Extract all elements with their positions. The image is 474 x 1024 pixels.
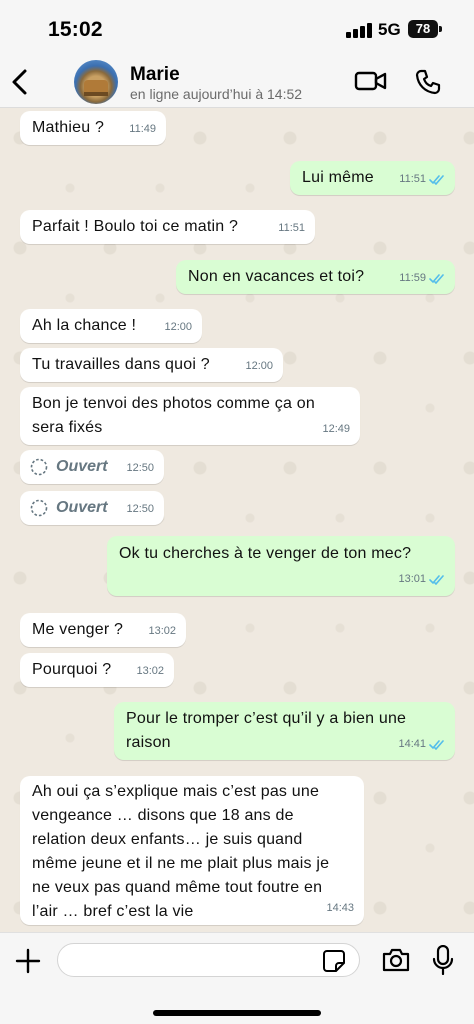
chevron-left-icon[interactable] [8,66,32,98]
sticker-icon[interactable] [322,949,346,973]
message-bubble[interactable]: Me venger ? 13:02 [20,613,186,647]
message-text: Mathieu ? [32,119,105,136]
video-camera-icon[interactable] [354,68,388,94]
message-text: Ah la chance ! [32,317,137,334]
message-time: 11:51 [278,222,305,234]
signal-icon [346,22,372,38]
camera-icon[interactable] [381,947,411,973]
avatar[interactable] [74,60,118,104]
message-text: Tu travailles dans quoi ? [32,356,210,373]
message-time: 11:51 [399,173,426,185]
message-text: Non en vacances et toi? [188,268,365,285]
phone-icon[interactable] [414,68,442,96]
message-text: Ouvert [56,499,108,516]
message-time: 12:00 [164,321,192,333]
message-text: Parfait ! Boulo toi ce matin ? [32,218,239,235]
message-text: Bon je tenvoi des photos comme ça on ser… [32,395,315,436]
chat-area[interactable]: Mathieu ? 11:49 Lui même 11:51 Parfait !… [0,108,474,932]
view-once-message[interactable]: Ouvert 12:50 [20,450,164,484]
message-time: 11:59 [399,272,426,284]
message-bubble[interactable]: Mathieu ? 11:49 [20,111,166,145]
message-input[interactable] [57,943,360,977]
contact-name[interactable]: Marie [130,64,180,86]
message-text: Lui même [302,169,374,186]
battery-tip [439,26,442,32]
message-time: 12:49 [322,423,350,435]
message-bubble[interactable]: Ok tu cherches à te venger de ton mec? 1… [107,536,455,596]
contact-status: en ligne aujourd’hui à 14:52 [130,86,303,102]
view-once-message[interactable]: Ouvert 12:50 [20,491,164,525]
message-time: 13:01 [398,573,426,585]
message-bubble[interactable]: Pourquoi ? 13:02 [20,653,174,687]
message-bubble[interactable]: Ah oui ça s’explique mais c’est pas une … [20,776,364,925]
message-time: 12:50 [126,462,154,474]
message-bubble[interactable]: Bon je tenvoi des photos comme ça on ser… [20,387,360,445]
chat-header: Marie en ligne aujourd’hui à 14:52 [0,56,474,108]
message-bubble[interactable]: Parfait ! Boulo toi ce matin ? 11:51 [20,210,315,244]
input-bar [0,932,474,1024]
message-time: 12:00 [245,360,273,372]
message-bubble[interactable]: Tu travailles dans quoi ? 12:00 [20,348,283,382]
plus-icon[interactable] [14,947,42,975]
message-bubble[interactable]: Ah la chance ! 12:00 [20,309,202,343]
message-time: 14:43 [326,902,354,914]
read-ticks-icon [429,739,444,750]
read-ticks-icon [429,273,444,284]
message-time: 12:50 [126,503,154,515]
message-bubble[interactable]: Pour le tromper c’est qu’il y a bien une… [114,702,455,760]
battery-icon: 78 [408,20,438,38]
microphone-icon[interactable] [432,945,454,975]
message-bubble[interactable]: Lui même 11:51 [290,161,455,195]
message-text: Ah oui ça s’explique mais c’est pas une … [32,783,330,920]
message-time: 14:41 [398,738,426,750]
view-once-icon [30,458,48,476]
message-time: 11:49 [129,123,156,135]
view-once-icon [30,499,48,517]
message-text: Ok tu cherches à te venger de ton mec? [119,545,412,562]
message-text: Me venger ? [32,621,124,638]
read-ticks-icon [429,574,444,585]
network-label: 5G [378,20,401,39]
home-indicator [153,1010,321,1016]
message-text: Pourquoi ? [32,661,112,678]
message-text: Ouvert [56,458,108,475]
read-ticks-icon [429,174,444,185]
message-bubble[interactable]: Non en vacances et toi? 11:59 [176,260,455,294]
message-text: Pour le tromper c’est qu’il y a bien une… [126,710,407,751]
message-time: 13:02 [148,625,176,637]
status-bar: 15:02 5G 78 [0,0,474,56]
message-time: 13:02 [136,665,164,677]
status-time: 15:02 [48,18,103,41]
